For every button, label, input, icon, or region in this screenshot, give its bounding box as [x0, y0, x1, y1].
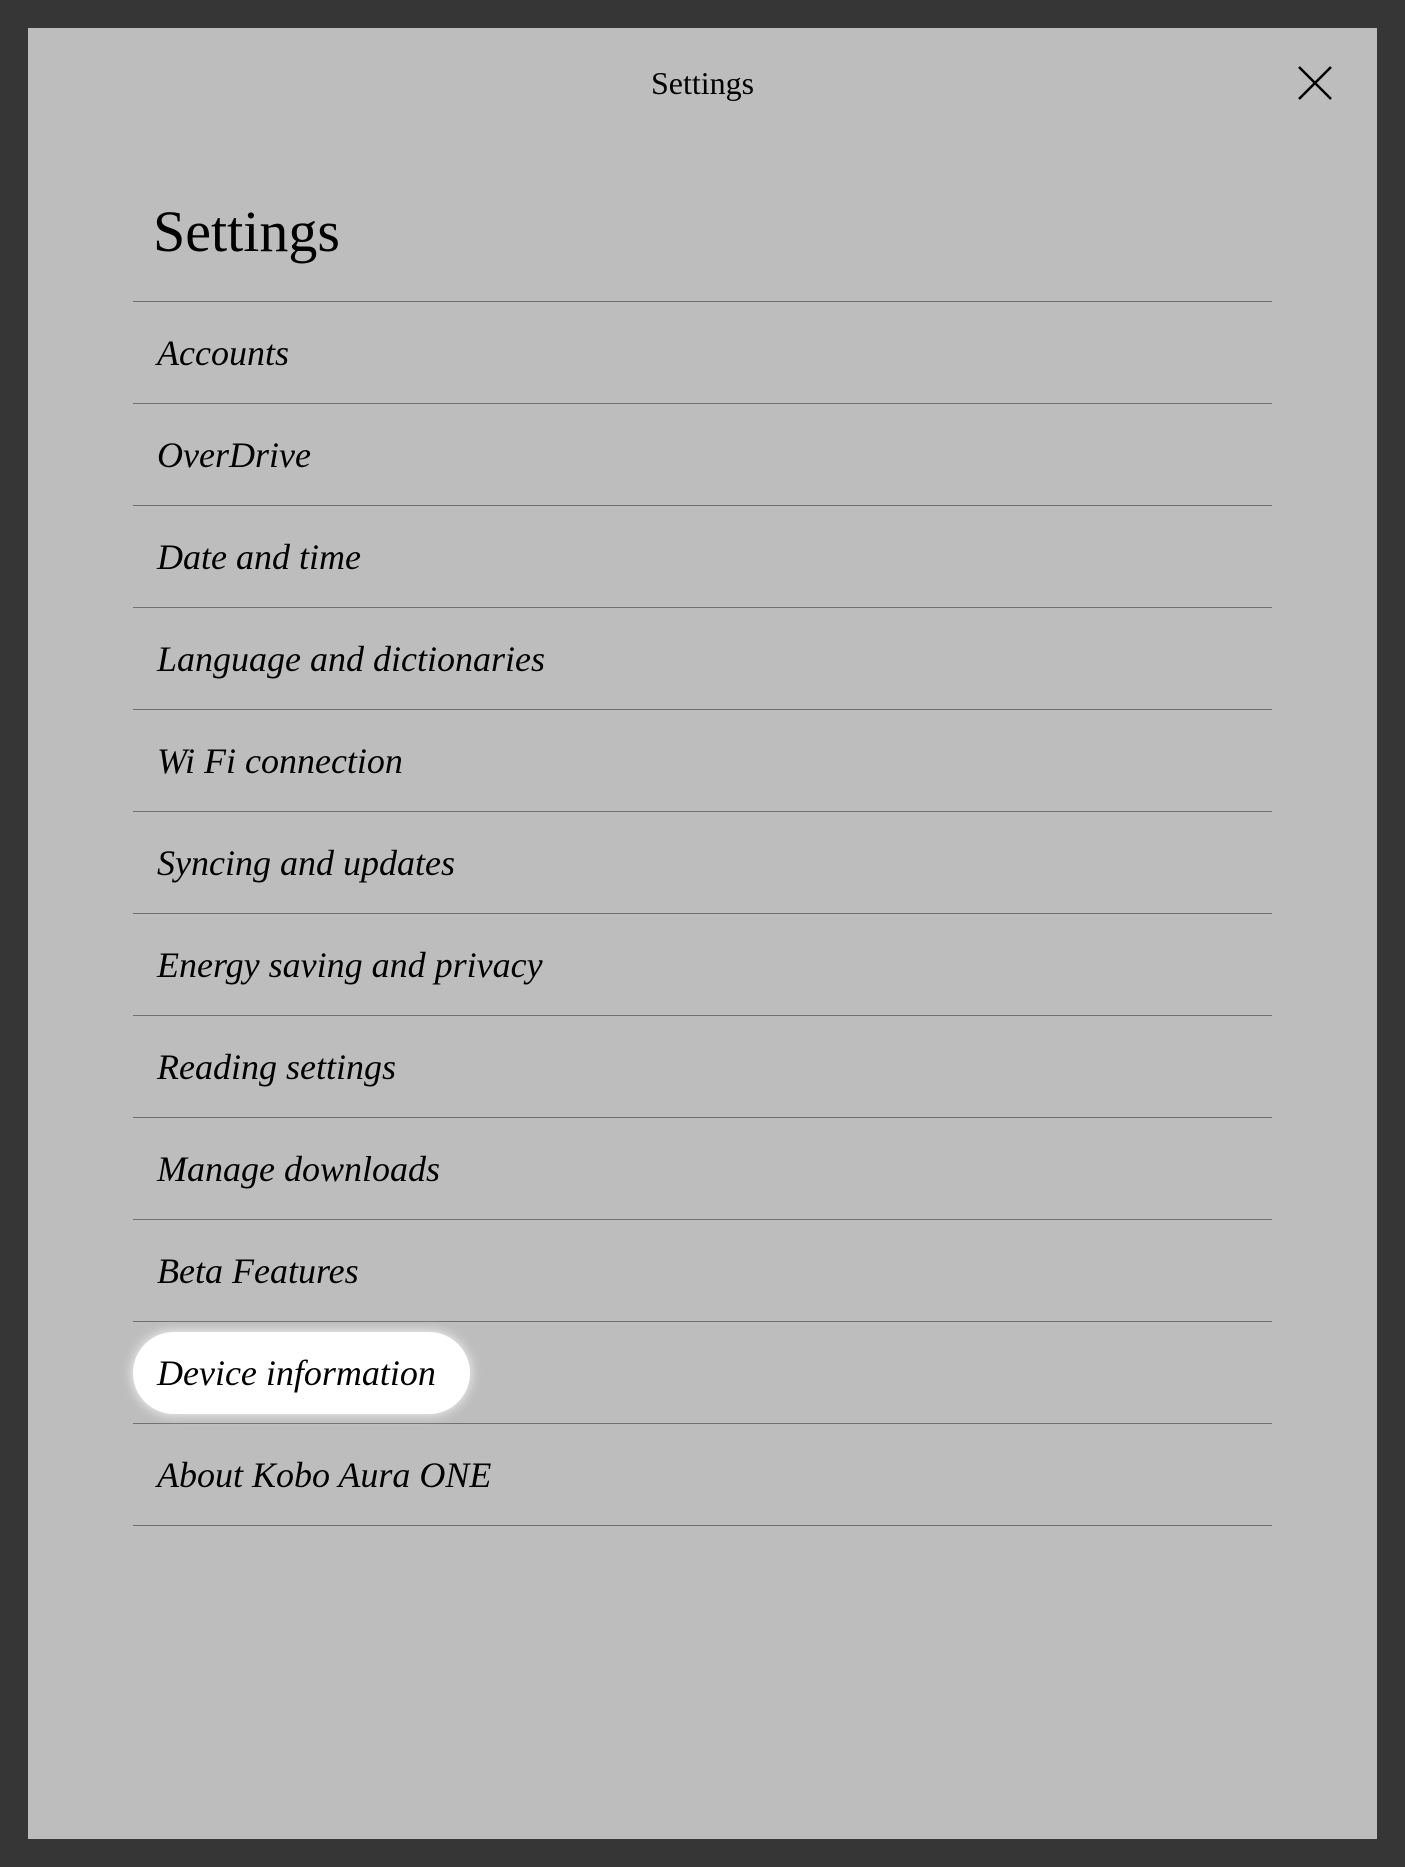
close-icon: [1295, 63, 1335, 103]
menu-item-language[interactable]: Language and dictionaries: [133, 608, 1272, 710]
menu-label: Reading settings: [133, 1046, 396, 1088]
header-title: Settings: [651, 65, 754, 102]
settings-screen: Settings Settings Accounts OverDrive Dat…: [28, 28, 1377, 1839]
menu-label: Energy saving and privacy: [133, 944, 543, 986]
menu-item-wifi[interactable]: Wi Fi connection: [133, 710, 1272, 812]
menu-label: Manage downloads: [133, 1148, 440, 1190]
menu-item-reading-settings[interactable]: Reading settings: [133, 1016, 1272, 1118]
menu-label: Wi Fi connection: [133, 740, 403, 782]
menu-item-about[interactable]: About Kobo Aura ONE: [133, 1424, 1272, 1526]
menu-label: Device information: [133, 1332, 470, 1414]
menu-item-accounts[interactable]: Accounts: [133, 302, 1272, 404]
menu-item-overdrive[interactable]: OverDrive: [133, 404, 1272, 506]
menu-item-syncing[interactable]: Syncing and updates: [133, 812, 1272, 914]
menu-item-energy-privacy[interactable]: Energy saving and privacy: [133, 914, 1272, 1016]
menu-item-date-time[interactable]: Date and time: [133, 506, 1272, 608]
menu-label: Beta Features: [133, 1250, 359, 1292]
menu-item-beta-features[interactable]: Beta Features: [133, 1220, 1272, 1322]
page-title: Settings: [133, 138, 1272, 302]
menu-label: Language and dictionaries: [133, 638, 545, 680]
header: Settings: [28, 28, 1377, 138]
menu-item-device-information[interactable]: Device information: [133, 1322, 1272, 1424]
menu-item-manage-downloads[interactable]: Manage downloads: [133, 1118, 1272, 1220]
settings-menu: Accounts OverDrive Date and time Languag…: [133, 302, 1272, 1526]
menu-label: OverDrive: [133, 434, 311, 476]
menu-label: Accounts: [133, 332, 289, 374]
menu-label: About Kobo Aura ONE: [133, 1454, 491, 1496]
close-button[interactable]: [1291, 59, 1339, 107]
content: Settings Accounts OverDrive Date and tim…: [28, 138, 1377, 1526]
menu-label: Syncing and updates: [133, 842, 455, 884]
menu-label: Date and time: [133, 536, 361, 578]
